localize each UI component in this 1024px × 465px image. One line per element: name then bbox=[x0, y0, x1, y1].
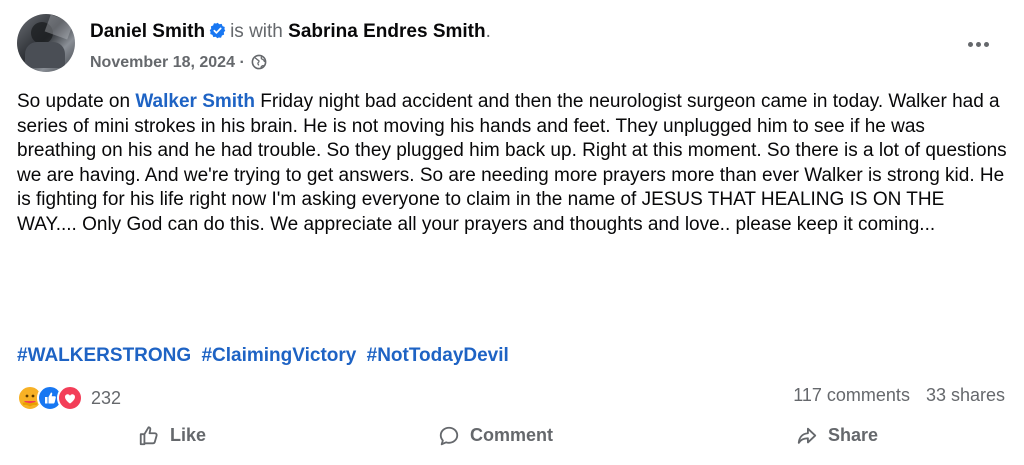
hashtags: #WALKERSTRONG #ClaimingVictory #NotToday… bbox=[17, 344, 514, 368]
shares-count[interactable]: 33 shares bbox=[926, 385, 1005, 405]
comments-count[interactable]: 117 comments bbox=[793, 385, 910, 405]
engagement-counts: 117 comments 33 shares bbox=[793, 385, 1005, 406]
share-icon bbox=[797, 427, 817, 444]
tagged-person[interactable]: Sabrina Endres Smith bbox=[288, 21, 485, 42]
hashtag-link[interactable]: #NotTodayDevil bbox=[367, 345, 509, 366]
thumbs-up-icon bbox=[139, 426, 158, 446]
comment-button[interactable]: Comment bbox=[438, 425, 553, 465]
share-button[interactable]: Share bbox=[796, 425, 878, 465]
post-meta: November 18, 2024 · bbox=[90, 52, 267, 74]
reaction-count: 232 bbox=[91, 387, 122, 408]
share-label: Share bbox=[828, 425, 879, 445]
with-text: is with bbox=[230, 21, 283, 42]
facebook-post: Daniel Smith is with Sabrina Endres Smith… bbox=[0, 0, 1024, 446]
globe-icon bbox=[251, 54, 267, 70]
author-avatar[interactable] bbox=[17, 14, 75, 72]
header-period: . bbox=[485, 21, 491, 42]
post-text-intro: So update on bbox=[17, 91, 136, 112]
post-date[interactable]: November 18, 2024 bbox=[90, 54, 235, 71]
verified-badge-icon bbox=[209, 22, 226, 39]
meta-separator: · bbox=[239, 54, 245, 71]
action-bar: Like Comment Share bbox=[0, 425, 1024, 465]
post-text-body: Friday night bad accident and then the n… bbox=[17, 91, 1007, 235]
mention-link[interactable]: Walker Smith bbox=[135, 91, 255, 112]
like-label: Like bbox=[170, 425, 207, 445]
comment-label: Comment bbox=[470, 425, 554, 445]
like-button[interactable]: Like bbox=[138, 425, 206, 465]
comment-icon bbox=[439, 426, 459, 446]
reactions-summary[interactable]: 232 bbox=[17, 384, 121, 412]
love-reaction-icon bbox=[57, 385, 83, 411]
more-options-button[interactable] bbox=[958, 26, 998, 62]
author-name[interactable]: Daniel Smith bbox=[90, 21, 205, 42]
post-text: So update on Walker Smith Friday night b… bbox=[17, 90, 1007, 238]
post-header: Daniel Smith is with Sabrina Endres Smith… bbox=[90, 20, 491, 44]
more-options-icon bbox=[966, 41, 990, 47]
hashtag-link[interactable]: #WALKERSTRONG bbox=[17, 345, 191, 366]
hashtag-link[interactable]: #ClaimingVictory bbox=[201, 345, 356, 366]
